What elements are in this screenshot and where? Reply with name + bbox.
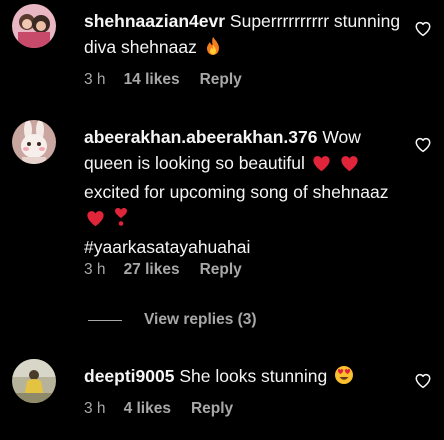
comment-likes[interactable]: 4 likes <box>124 400 171 418</box>
reply-button[interactable]: Reply <box>200 71 242 89</box>
comment-text: shehnaazian4evr Superrrrrrrrrr stunning … <box>84 8 402 63</box>
comment-message-line-2: excited for upcoming song of shehnaaz <box>84 182 389 202</box>
comment-message: She looks stunning <box>179 366 328 386</box>
comment-hashtag[interactable]: #yaarkasatayahuahai <box>84 237 250 257</box>
view-replies-divider <box>88 319 122 321</box>
red-heart-emoji-icon <box>340 153 359 179</box>
view-replies-label: View replies (3) <box>144 311 257 328</box>
avatar[interactable] <box>12 120 56 164</box>
comment-time: 3 h <box>84 71 106 88</box>
avatar[interactable] <box>12 359 56 403</box>
comment-username[interactable]: abeerakhan.abeerakhan.376 <box>84 127 317 147</box>
comment-time: 3 h <box>84 400 106 417</box>
comment-meta: 3 h 4 likes Reply <box>84 400 233 418</box>
fire-emoji-icon <box>204 36 222 63</box>
comment-text: abeerakhan.abeerakhan.376 Wow queen is l… <box>84 124 402 260</box>
heart-outline-icon[interactable] <box>414 372 432 390</box>
comment-meta: 3 h 27 likes Reply <box>84 261 242 279</box>
red-heart-emoji-icon <box>312 153 331 179</box>
comment-meta: 3 h 14 likes Reply <box>84 71 242 89</box>
reply-button[interactable]: Reply <box>191 400 233 418</box>
comment-username[interactable]: deepti9005 <box>84 366 174 386</box>
comment-username[interactable]: shehnaazian4evr <box>84 11 225 31</box>
view-replies-button[interactable]: View replies (3) <box>88 308 257 332</box>
heart-eyes-emoji-icon <box>334 365 354 392</box>
heart-outline-icon[interactable] <box>414 136 432 154</box>
comment-time: 3 h <box>84 261 106 278</box>
reply-button[interactable]: Reply <box>200 261 242 279</box>
heart-exclamation-emoji-icon <box>114 207 128 234</box>
comment-likes[interactable]: 14 likes <box>124 71 180 89</box>
heart-outline-icon[interactable] <box>414 20 432 38</box>
red-heart-emoji-icon <box>86 208 105 234</box>
comment-likes[interactable]: 27 likes <box>124 261 180 279</box>
avatar[interactable] <box>12 4 56 48</box>
comment-text: deepti9005 She looks stunning <box>84 363 402 392</box>
